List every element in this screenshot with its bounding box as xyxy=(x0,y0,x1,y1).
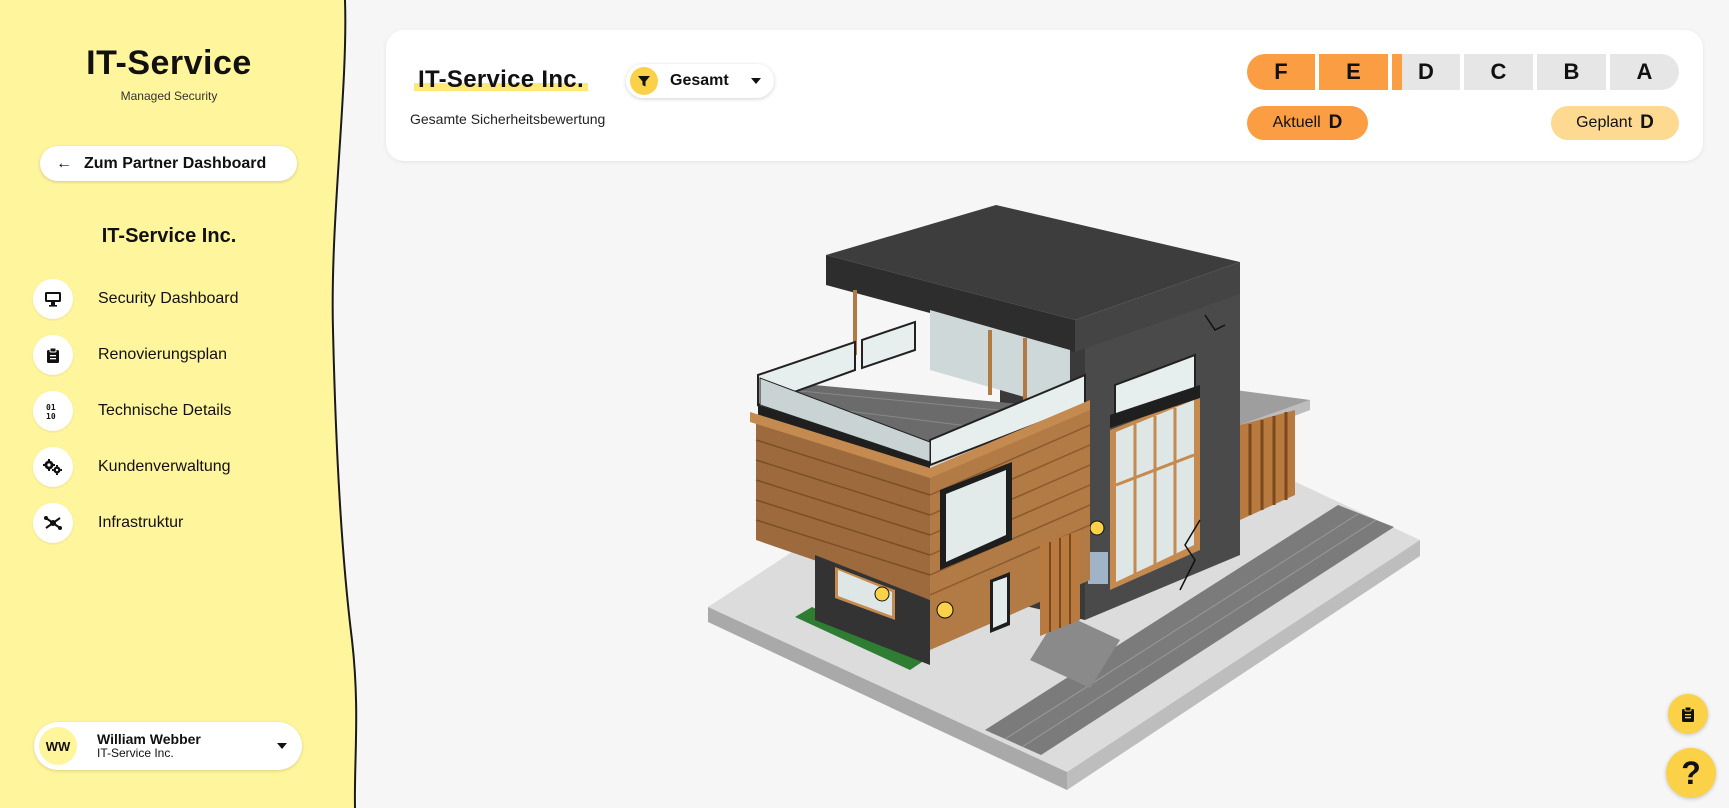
sidebar-item-label: Infrastruktur xyxy=(98,514,184,531)
filter-value: Gesamt xyxy=(670,72,729,89)
monitor-icon xyxy=(33,279,73,319)
sidebar-item-kundenverwaltung[interactable]: Kundenverwaltung xyxy=(33,439,239,495)
building-illustration xyxy=(708,205,1420,790)
network-icon xyxy=(33,503,73,543)
planned-rating-label: Geplant xyxy=(1576,114,1633,131)
sidebar-nav: Security Dashboard Renovierungsplan 01 10… xyxy=(33,271,239,551)
current-grade-marker xyxy=(1392,54,1402,90)
help-button[interactable]: ? xyxy=(1666,748,1716,798)
svg-text:10: 10 xyxy=(46,412,56,420)
sidebar-item-label: Renovierungsplan xyxy=(98,346,227,363)
sidebar-item-infrastruktur[interactable]: Infrastruktur xyxy=(33,495,239,551)
current-rating-grade: D xyxy=(1328,112,1343,133)
sidebar-item-security-dashboard[interactable]: Security Dashboard xyxy=(33,271,239,327)
caret-down-icon xyxy=(277,743,287,749)
clipboard-icon xyxy=(33,335,73,375)
binary-icon: 01 10 xyxy=(33,391,73,431)
brand-subtitle: Managed Security xyxy=(120,89,218,103)
clipboard-fab-button[interactable] xyxy=(1668,694,1708,734)
planned-rating-grade: D xyxy=(1640,112,1654,133)
svg-text:01: 01 xyxy=(46,403,56,412)
grade-f: F xyxy=(1247,54,1315,90)
planned-rating-button[interactable]: Geplant D xyxy=(1551,106,1679,140)
page-subtitle: Gesamte Sicherheitsbewertung xyxy=(410,111,606,127)
back-to-partner-dashboard-button[interactable]: ← Zum Partner Dashboard xyxy=(40,146,297,181)
brand: IT-Service Managed Security xyxy=(0,44,338,103)
caret-down-icon xyxy=(751,78,761,84)
sidebar-item-label: Technische Details xyxy=(98,402,232,419)
sidebar-item-label: Security Dashboard xyxy=(98,290,239,307)
user-info: William Webber IT-Service Inc. xyxy=(97,732,201,760)
current-rating-label: Aktuell xyxy=(1272,114,1321,131)
scope-filter-dropdown[interactable]: Gesamt xyxy=(626,64,774,98)
sidebar-item-renovierungsplan[interactable]: Renovierungsplan xyxy=(33,327,239,383)
clipboard-icon xyxy=(1682,706,1694,722)
sidebar-company-name: IT-Service Inc. xyxy=(101,225,237,247)
user-menu[interactable]: WW William Webber IT-Service Inc. xyxy=(34,722,302,770)
brand-title: IT-Service xyxy=(86,44,252,82)
page-title: IT-Service Inc. xyxy=(414,66,588,94)
grade-d: D xyxy=(1392,54,1460,90)
back-button-label: Zum Partner Dashboard xyxy=(84,154,267,172)
grade-e: E xyxy=(1319,54,1388,90)
avatar: WW xyxy=(39,727,77,765)
sidebar-item-label: Kundenverwaltung xyxy=(98,458,231,475)
grade-scale: F E D C B A xyxy=(1247,54,1679,90)
grade-a: A xyxy=(1610,54,1679,90)
header-card: IT-Service Inc. Gesamte Sicherheitsbewer… xyxy=(386,30,1703,161)
user-org: IT-Service Inc. xyxy=(97,746,174,760)
current-rating-button[interactable]: Aktuell D xyxy=(1247,106,1368,140)
gears-icon xyxy=(33,447,73,487)
grade-c: C xyxy=(1464,54,1533,90)
user-name: William Webber xyxy=(97,731,201,747)
arrow-left-icon: ← xyxy=(56,154,72,172)
filter-icon xyxy=(630,67,658,95)
grade-b: B xyxy=(1537,54,1606,90)
sidebar-item-technische-details[interactable]: 01 10 Technische Details xyxy=(33,383,239,439)
